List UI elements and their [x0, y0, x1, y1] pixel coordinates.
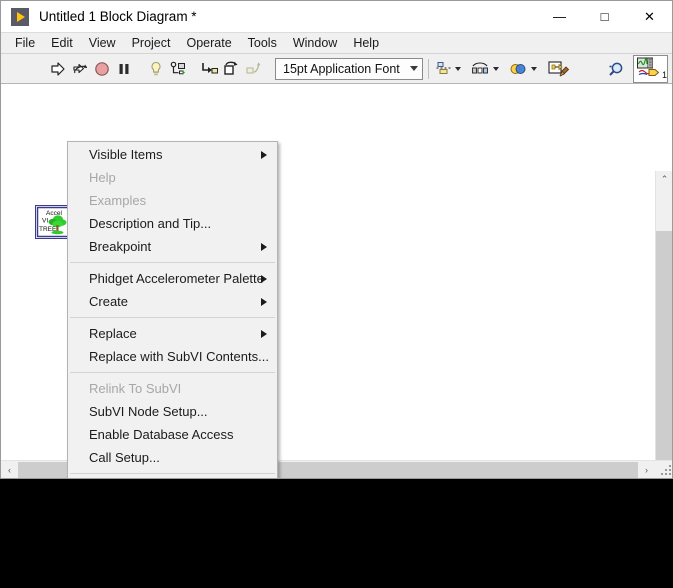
window-title: Untitled 1 Block Diagram * [39, 9, 197, 24]
context-menu-item-label: Replace [89, 326, 137, 341]
context-menu-item-help: Help [68, 166, 277, 189]
context-menu-item-find-all-instances[interactable]: Find All Instances [68, 478, 277, 479]
context-menu-item-replace[interactable]: Replace [68, 322, 277, 345]
search-button[interactable] [606, 57, 628, 81]
context-menu-separator [70, 473, 275, 474]
toolbar: 15pt Application Font 1 [1, 54, 672, 84]
context-menu-item-subvi-node-setup[interactable]: SubVI Node Setup... [68, 400, 277, 423]
chevron-down-icon [455, 66, 461, 71]
minimize-button[interactable]: — [537, 1, 582, 32]
context-menu-item-label: Create [89, 294, 129, 309]
step-into-button[interactable] [199, 57, 221, 81]
context-menu-item-label: Examples [89, 193, 147, 208]
context-menu-item-label: Phidget Accelerometer Palette [89, 271, 264, 286]
submenu-arrow-icon [261, 242, 267, 251]
context-menu-item-label: Help [89, 170, 116, 185]
font-selector[interactable]: 15pt Application Font [275, 57, 423, 80]
scroll-left-button[interactable]: ‹ [1, 461, 18, 478]
step-over-button[interactable] [221, 57, 243, 81]
close-button[interactable]: ✕ [627, 1, 672, 32]
labview-run-arrow-icon [11, 7, 29, 26]
font-selector-value: 15pt Application Font [283, 61, 400, 76]
context-menu-item-label: Description and Tip... [89, 216, 212, 231]
retain-wire-values-icon [170, 61, 185, 74]
menu-bar: File Edit View Project Operate Tools Win… [1, 32, 672, 54]
window-controls: — □ ✕ [537, 1, 672, 32]
context-menu-separator [70, 372, 275, 373]
context-menu-item-description-and-tip[interactable]: Description and Tip... [68, 212, 277, 235]
align-objects-icon [436, 61, 451, 74]
svg-text:VI: VI [42, 218, 48, 225]
chevron-down-icon [493, 66, 499, 71]
context-menu-item-label: Enable Database Access [89, 427, 234, 442]
menu-tools[interactable]: Tools [240, 34, 285, 53]
vertical-scrollbar[interactable]: ⌃ ⌄ [655, 171, 672, 478]
retain-wire-values-button[interactable] [167, 57, 189, 81]
magnifier-icon [609, 62, 623, 76]
vertical-scroll-thumb[interactable] [656, 231, 672, 478]
distribute-objects-icon [472, 61, 488, 73]
context-menu-item-replace-with-subvi-contents[interactable]: Replace with SubVI Contents... [68, 345, 277, 368]
abort-stop-icon [95, 61, 109, 76]
step-out-icon [246, 61, 261, 73]
align-objects-button[interactable] [434, 60, 461, 78]
chevron-down-icon [531, 66, 537, 71]
pause-icon [119, 63, 129, 74]
context-menu-item-visible-items[interactable]: Visible Items [68, 143, 277, 166]
step-over-icon [224, 61, 238, 75]
context-menu-separator [70, 317, 275, 318]
scroll-up-button[interactable]: ⌃ [656, 171, 672, 188]
vi-icon-connector-pane[interactable]: 1 [633, 55, 668, 83]
menu-project[interactable]: Project [124, 34, 179, 53]
lightbulb-icon [151, 61, 161, 75]
context-menu-item-label: Visible Items [89, 147, 163, 162]
context-menu-item-enable-database-access[interactable]: Enable Database Access [68, 423, 277, 446]
context-menu-item-label: Replace with SubVI Contents... [89, 349, 269, 364]
context-menu-separator [70, 262, 275, 263]
context-menu-item-label: Call Setup... [89, 450, 160, 465]
scroll-right-button[interactable]: › [638, 461, 655, 478]
reorder-objects-icon [510, 63, 526, 74]
maximize-button[interactable]: □ [582, 1, 627, 32]
labview-block-diagram-window: Untitled 1 Block Diagram * — □ ✕ File Ed… [0, 0, 673, 479]
context-menu-item-label: Breakpoint [89, 239, 152, 254]
context-menu-item-breakpoint[interactable]: Breakpoint [68, 235, 277, 258]
chevron-down-icon [410, 66, 418, 71]
vi-icon-connector-pane-icon: 1 [637, 57, 667, 80]
menu-file[interactable]: File [7, 34, 43, 53]
highlight-execution-button[interactable] [145, 57, 167, 81]
reorder-objects-button[interactable] [508, 60, 537, 78]
context-menu-item-phidget-accelerometer-palette[interactable]: Phidget Accelerometer Palette [68, 267, 277, 290]
run-arrow-icon [51, 61, 65, 76]
run-continuously-button[interactable] [69, 57, 91, 81]
menu-edit[interactable]: Edit [43, 34, 81, 53]
menu-operate[interactable]: Operate [178, 34, 239, 53]
submenu-arrow-icon [261, 150, 267, 159]
context-menu-item-label: SubVI Node Setup... [89, 404, 208, 419]
abort-execution-button[interactable] [91, 57, 113, 81]
context-menu-item-call-setup[interactable]: Call Setup... [68, 446, 277, 469]
vi-node-context-menu: Visible Items Help Examples Description and… [67, 141, 278, 479]
submenu-arrow-icon [261, 329, 267, 338]
context-menu-item-label: Relink To SubVI [89, 381, 182, 396]
submenu-arrow-icon [261, 297, 267, 306]
context-menu-item-relink-to-subvi: Relink To SubVI [68, 377, 277, 400]
pause-button[interactable] [113, 57, 135, 81]
submenu-arrow-icon [261, 274, 267, 283]
menu-window[interactable]: Window [285, 34, 345, 53]
title-bar: Untitled 1 Block Diagram * — □ ✕ [1, 1, 672, 32]
step-out-button[interactable] [243, 57, 265, 81]
distribute-objects-button[interactable] [470, 60, 499, 78]
menu-help[interactable]: Help [345, 34, 387, 53]
context-menu-item-examples: Examples [68, 189, 277, 212]
run-continuously-icon [73, 63, 88, 73]
resize-grip[interactable] [661, 465, 672, 477]
run-button[interactable] [47, 57, 69, 81]
svg-text:1: 1 [662, 70, 667, 80]
clean-up-diagram-icon [548, 60, 570, 77]
clean-up-diagram-button[interactable] [546, 57, 572, 81]
menu-view[interactable]: View [81, 34, 124, 53]
context-menu-item-create[interactable]: Create [68, 290, 277, 313]
step-into-icon [202, 62, 218, 73]
